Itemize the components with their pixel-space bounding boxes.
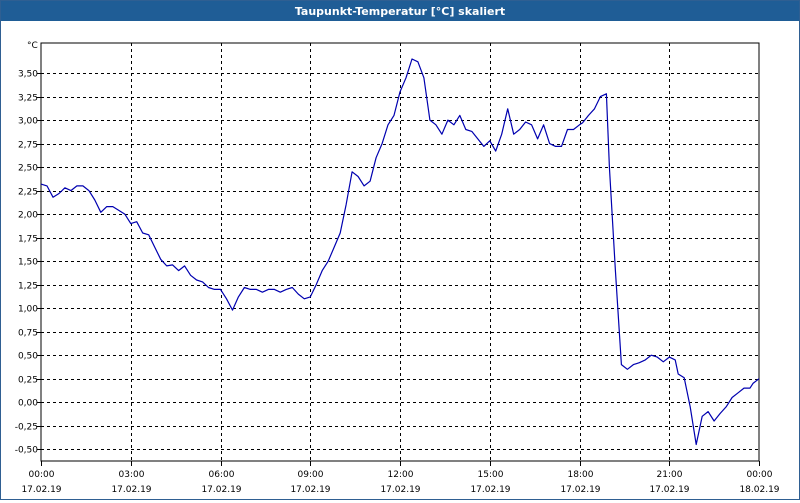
x-tick-time-label: 00:00	[29, 470, 55, 480]
y-tick-label: 0,00	[18, 399, 38, 409]
y-tick-label: 1,25	[18, 282, 38, 292]
x-tick-time-label: 18:00	[568, 470, 594, 480]
y-tick-label: 1,50	[18, 258, 38, 268]
x-tick-date-label: 17.02.19	[649, 485, 689, 495]
y-tick-label: 2,75	[18, 141, 38, 151]
x-tick-time-label: 09:00	[298, 470, 324, 480]
chart-window: Taupunkt-Temperatur [°C] skaliert -0,50-…	[0, 0, 800, 500]
y-tick-label: 1,75	[18, 235, 38, 245]
y-tick-label: 3,25	[18, 94, 38, 104]
x-tick-time-label: 00:00	[747, 470, 773, 480]
x-tick-date-label: 17.02.19	[470, 485, 510, 495]
y-tick-label: -0,25	[15, 423, 38, 433]
x-tick-date-label: 17.02.19	[290, 485, 330, 495]
x-tick-time-label: 12:00	[388, 470, 414, 480]
x-tick-time-label: 21:00	[657, 470, 683, 480]
y-tick-label: -0,50	[15, 446, 39, 456]
y-tick-label: 2,25	[18, 188, 38, 198]
y-tick-label: 0,25	[18, 376, 38, 386]
x-tick-date-label: 17.02.19	[111, 485, 151, 495]
chart-title: Taupunkt-Temperatur [°C] skaliert	[1, 1, 799, 21]
x-tick-date-label: 17.02.19	[560, 485, 600, 495]
y-tick-label: 0,50	[18, 352, 38, 362]
line-chart: -0,50 -0,25 0,00 0,25 0,50 0,75 1,00 1,25 1,50 1,…	[15, 41, 780, 495]
y-tick-label: 1,00	[18, 305, 38, 315]
x-tick-time-label: 15:00	[478, 470, 504, 480]
y-tick-label: 3,50	[18, 70, 38, 80]
x-tick-time-label: 03:00	[119, 470, 145, 480]
y-axis-label: °C	[27, 41, 38, 51]
x-tick-time-label: 06:00	[209, 470, 235, 480]
y-tick-label: 0,75	[18, 329, 38, 339]
y-tick-label: 2,00	[18, 211, 38, 221]
y-tick-label: 3,00	[18, 117, 38, 127]
x-tick-date-label: 18.02.19	[739, 485, 779, 495]
x-tick-date-label: 17.02.19	[21, 485, 61, 495]
x-tick-date-label: 17.02.19	[380, 485, 420, 495]
x-tick-date-label: 17.02.19	[201, 485, 241, 495]
y-tick-label: 2,50	[18, 164, 38, 174]
